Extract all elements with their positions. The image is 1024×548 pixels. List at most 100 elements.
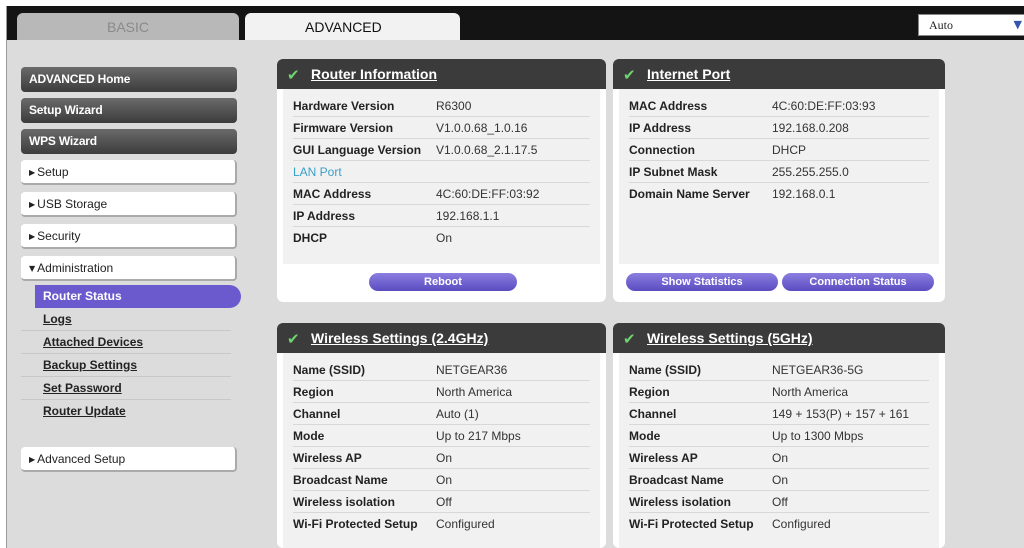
info-key: Name (SSID) bbox=[629, 363, 702, 377]
info-value: 192.168.0.208 bbox=[772, 121, 849, 135]
info-row: Mode Up to 217 Mbps bbox=[293, 425, 590, 447]
reboot-button[interactable]: Reboot bbox=[369, 273, 517, 291]
triangle-down-icon: ▼ bbox=[29, 264, 36, 273]
info-key: Wireless isolation bbox=[293, 495, 395, 509]
info-value: Configured bbox=[772, 517, 831, 531]
triangle-right-icon: ▶ bbox=[29, 200, 36, 209]
wireless-24ghz-header: ✔ Wireless Settings (2.4GHz) bbox=[277, 323, 606, 353]
info-value: NETGEAR36-5G bbox=[772, 363, 864, 377]
sidebar-setup[interactable]: ▶ Setup bbox=[21, 160, 237, 185]
info-key: Mode bbox=[293, 429, 325, 443]
info-row: Broadcast Name On bbox=[629, 469, 929, 491]
info-row: Connection DHCP bbox=[629, 139, 929, 161]
info-key: Domain Name Server bbox=[629, 187, 750, 201]
info-value: Configured bbox=[436, 517, 495, 531]
info-key: Broadcast Name bbox=[629, 473, 724, 487]
info-row: Broadcast Name On bbox=[293, 469, 590, 491]
info-value: NETGEAR36 bbox=[436, 363, 508, 377]
info-row: Wireless isolation Off bbox=[629, 491, 929, 513]
tab-basic[interactable]: BASIC bbox=[17, 13, 239, 40]
sidebar-security-label: Security bbox=[37, 229, 81, 243]
show-statistics-button[interactable]: Show Statistics bbox=[626, 273, 778, 291]
info-key: GUI Language Version bbox=[293, 143, 422, 157]
sidebar-setup-label: Setup bbox=[37, 165, 69, 179]
info-row: GUI Language Version V1.0.0.68_2.1.17.5 bbox=[293, 139, 590, 161]
wireless-5ghz-title[interactable]: Wireless Settings (5GHz) bbox=[647, 330, 813, 346]
info-key: Region bbox=[293, 385, 334, 399]
sidebar-item-router-status[interactable]: Router Status bbox=[35, 285, 241, 308]
info-value: Off bbox=[772, 495, 788, 509]
info-value: Off bbox=[436, 495, 452, 509]
sidebar-administration[interactable]: ▼ Administration bbox=[21, 256, 237, 281]
info-row: Channel Auto (1) bbox=[293, 403, 590, 425]
info-row: DHCP On bbox=[293, 227, 590, 249]
sidebar-item-router-update[interactable]: Router Update bbox=[21, 400, 231, 423]
info-value: 192.168.0.1 bbox=[772, 187, 836, 201]
info-row: IP Subnet Mask 255.255.255.0 bbox=[629, 161, 929, 183]
lan-port-label: LAN Port bbox=[293, 165, 342, 179]
top-tab-bar: BASIC ADVANCED Auto ▼ bbox=[7, 6, 1024, 40]
language-select-value: Auto bbox=[929, 18, 953, 32]
info-value: 4C:60:DE:FF:03:93 bbox=[772, 99, 876, 113]
info-value: V1.0.0.68_2.1.17.5 bbox=[436, 143, 538, 157]
lan-port-section: LAN Port bbox=[293, 161, 590, 183]
info-key: Firmware Version bbox=[293, 121, 394, 135]
info-row: Firmware Version V1.0.0.68_1.0.16 bbox=[293, 117, 590, 139]
info-row: IP Address 192.168.0.208 bbox=[629, 117, 929, 139]
info-value: On bbox=[772, 473, 789, 487]
info-row: Channel 149 + 153(P) + 157 + 161 bbox=[629, 403, 929, 425]
info-value: On bbox=[436, 473, 453, 487]
sidebar-item-attached-devices[interactable]: Attached Devices bbox=[21, 331, 231, 354]
sidebar-item-logs[interactable]: Logs bbox=[21, 308, 231, 331]
info-value: 192.168.1.1 bbox=[436, 209, 500, 223]
info-key: Wi-Fi Protected Setup bbox=[293, 517, 418, 531]
sidebar-advanced-home[interactable]: ADVANCED Home bbox=[21, 67, 237, 92]
info-row: MAC Address 4C:60:DE:FF:03:93 bbox=[629, 95, 929, 117]
info-key: Wi-Fi Protected Setup bbox=[629, 517, 754, 531]
triangle-right-icon: ▶ bbox=[29, 168, 36, 177]
sidebar-item-set-password[interactable]: Set Password bbox=[21, 377, 231, 400]
chevron-down-icon: ▼ bbox=[1013, 18, 1022, 31]
wireless-5ghz-panel: ✔ Wireless Settings (5GHz) Name (SSID) NET… bbox=[613, 323, 945, 548]
info-value: V1.0.0.68_1.0.16 bbox=[436, 121, 528, 135]
router-admin-frame: BASIC ADVANCED Auto ▼ ADVANCED Home Setu… bbox=[6, 6, 1024, 548]
internet-port-title[interactable]: Internet Port bbox=[647, 66, 730, 82]
info-key: Channel bbox=[293, 407, 341, 421]
info-value: R6300 bbox=[436, 99, 472, 113]
info-row: Name (SSID) NETGEAR36 bbox=[293, 359, 590, 381]
info-value: 149 + 153(P) + 157 + 161 bbox=[772, 407, 910, 421]
info-key: Wireless AP bbox=[293, 451, 362, 465]
info-key: MAC Address bbox=[293, 187, 372, 201]
sidebar-item-backup-settings[interactable]: Backup Settings bbox=[21, 354, 231, 377]
sidebar-advanced-setup[interactable]: ▶ Advanced Setup bbox=[21, 447, 237, 472]
info-row: Wireless AP On bbox=[629, 447, 929, 469]
info-row: Hardware Version R6300 bbox=[293, 95, 590, 117]
wireless-24ghz-body: Name (SSID) NETGEAR36 Region North America… bbox=[283, 353, 600, 548]
wireless-5ghz-header: ✔ Wireless Settings (5GHz) bbox=[613, 323, 945, 353]
sidebar-security[interactable]: ▶ Security bbox=[21, 224, 237, 249]
sidebar-wps-wizard[interactable]: WPS Wizard bbox=[21, 129, 237, 154]
info-key: MAC Address bbox=[629, 99, 708, 113]
info-value: On bbox=[436, 231, 453, 245]
info-key: DHCP bbox=[293, 231, 328, 245]
info-key: Region bbox=[629, 385, 670, 399]
info-value: Up to 1300 Mbps bbox=[772, 429, 864, 443]
internet-port-body: MAC Address 4C:60:DE:FF:03:93 IP Address 1… bbox=[619, 89, 939, 264]
router-information-title[interactable]: Router Information bbox=[311, 66, 437, 82]
check-icon: ✔ bbox=[623, 330, 636, 348]
sidebar-setup-wizard[interactable]: Setup Wizard bbox=[21, 98, 237, 123]
info-key: Connection bbox=[629, 143, 695, 157]
info-key: IP Subnet Mask bbox=[629, 165, 718, 179]
connection-status-button[interactable]: Connection Status bbox=[782, 273, 934, 291]
router-information-body: Hardware Version R6300 Firmware Version V1… bbox=[283, 89, 600, 264]
info-row: IP Address 192.168.1.1 bbox=[293, 205, 590, 227]
language-select[interactable]: Auto ▼ bbox=[918, 14, 1024, 36]
tab-advanced[interactable]: ADVANCED bbox=[245, 13, 460, 40]
info-value: 4C:60:DE:FF:03:92 bbox=[436, 187, 540, 201]
sidebar-usb-storage[interactable]: ▶ USB Storage bbox=[21, 192, 237, 217]
wireless-5ghz-body: Name (SSID) NETGEAR36-5G Region North Amer… bbox=[619, 353, 939, 548]
wireless-24ghz-title[interactable]: Wireless Settings (2.4GHz) bbox=[311, 330, 488, 346]
info-value: 255.255.255.0 bbox=[772, 165, 849, 179]
info-value: Auto (1) bbox=[436, 407, 479, 421]
info-key: Mode bbox=[629, 429, 661, 443]
